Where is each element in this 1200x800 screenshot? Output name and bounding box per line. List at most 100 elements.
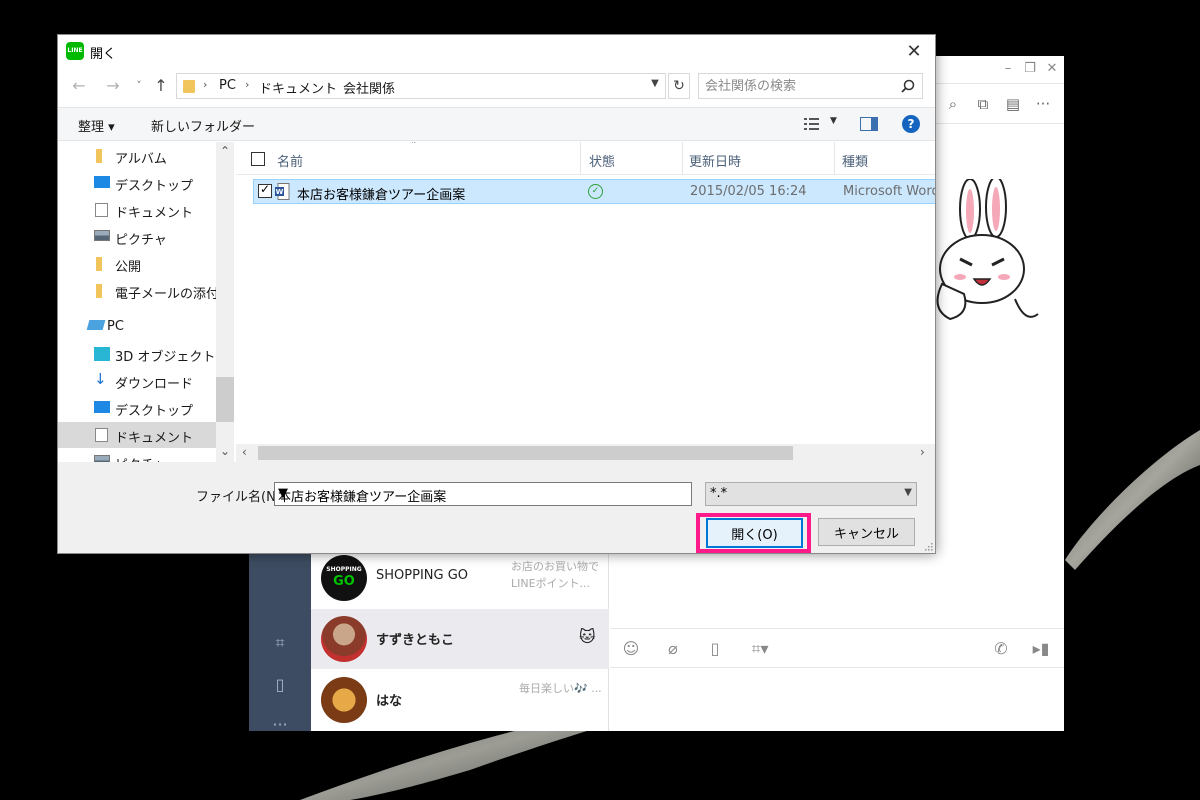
back-arrow-icon[interactable]: ←: [68, 75, 90, 97]
minimize-icon[interactable]: –: [999, 60, 1017, 78]
chat-item-hana[interactable]: はな 毎日楽しい🎶 ...: [311, 670, 609, 730]
screenshot-icon[interactable]: ⌗▾: [743, 638, 777, 660]
nav-item-pc[interactable]: PC: [58, 314, 216, 340]
keep-icon[interactable]: ▯: [704, 638, 726, 660]
cancel-button[interactable]: キャンセル: [818, 518, 915, 546]
search-icon: [901, 79, 915, 93]
breadcrumb-pc[interactable]: PC: [219, 78, 236, 93]
folder-icon: [96, 257, 102, 271]
address-bar[interactable]: › PC › ドキュメント › 会社関係 ▼: [176, 73, 666, 99]
nav-item-pictures-2[interactable]: ピクチャ: [58, 449, 216, 462]
file-modified: 2015/02/05 16:24: [690, 184, 807, 199]
maximize-icon[interactable]: ❐: [1021, 60, 1039, 78]
nav-item-downloads[interactable]: ↓ ダウンロード: [58, 368, 216, 394]
filetype-value: *.*: [710, 486, 728, 501]
more-icon[interactable]: ···: [269, 714, 291, 731]
column-type[interactable]: 種類: [842, 151, 868, 170]
dialog-title: 開く: [90, 47, 117, 62]
hana-avatar: [321, 677, 367, 723]
nav-scroll-thumb[interactable]: [216, 377, 234, 422]
chat-name: すずきともこ: [376, 633, 455, 648]
nav-label: デスクトップ: [115, 179, 194, 194]
more-icon[interactable]: ···: [1033, 94, 1053, 114]
copy-icon[interactable]: ⧉: [973, 94, 993, 114]
word-doc-icon: W: [275, 183, 290, 200]
file-name: 本店お客様鎌倉ツアー企画案: [297, 188, 466, 203]
breadcrumb-documents[interactable]: ドキュメント: [259, 78, 337, 97]
column-divider[interactable]: [580, 142, 581, 175]
breadcrumb-company[interactable]: 会社関係: [343, 78, 395, 97]
view-options-icon[interactable]: [803, 116, 821, 132]
refresh-button[interactable]: ↻: [668, 73, 690, 99]
column-divider[interactable]: [682, 142, 683, 175]
nav-item-documents[interactable]: ドキュメント: [58, 197, 216, 223]
up-arrow-icon[interactable]: ↑: [150, 75, 172, 97]
column-modified[interactable]: 更新日時: [689, 151, 741, 170]
open-file-dialog: LINE 開く ✕ ← → ˅ ↑ › PC › ドキュメント › 会社関係 ▼…: [57, 34, 936, 554]
filetype-select[interactable]: *.* ▼: [705, 482, 917, 506]
chat-preview: 毎日楽しい🎶 ...: [519, 682, 602, 695]
open-button[interactable]: 開く(O): [706, 518, 803, 548]
organize-button[interactable]: 整理 ▾: [78, 116, 115, 135]
search-input[interactable]: [705, 77, 895, 95]
nav-item-desktop[interactable]: デスクトップ: [58, 170, 216, 196]
chevron-down-icon[interactable]: ▼: [278, 486, 687, 501]
recent-locations-icon[interactable]: ˅: [128, 75, 150, 97]
nav-item-desktop-2[interactable]: デスクトップ: [58, 395, 216, 421]
file-type: Microsoft Word: [843, 184, 935, 199]
breadcrumb-separator: ›: [327, 78, 332, 91]
nav-item-album[interactable]: アルバム: [58, 143, 216, 169]
pictures-icon: [94, 455, 110, 462]
notes-icon[interactable]: ▤: [1003, 94, 1023, 114]
nav-label: ドキュメント: [115, 206, 194, 221]
breadcrumb-separator: ›: [203, 78, 208, 91]
emoji-icon[interactable]: ☺: [620, 638, 642, 660]
chevron-right-icon[interactable]: ›: [920, 445, 925, 459]
download-icon: ↓: [94, 370, 107, 388]
new-folder-button[interactable]: 新しいフォルダー: [151, 116, 255, 135]
chevron-down-icon[interactable]: ▼: [830, 116, 837, 126]
nav-item-documents-2[interactable]: ドキュメント: [58, 422, 216, 448]
column-status[interactable]: 状態: [589, 151, 615, 170]
chevron-up-icon[interactable]: ⌃: [220, 144, 230, 158]
help-icon[interactable]: ?: [902, 115, 920, 133]
filename-input[interactable]: 本店お客様鎌倉ツアー企画案 ▼: [274, 482, 692, 506]
call-icon[interactable]: ✆: [990, 638, 1012, 660]
search-box[interactable]: [698, 73, 923, 99]
nav-item-public[interactable]: 公開: [58, 251, 216, 277]
nav-item-email-attachments[interactable]: 電子メールの添付フ: [58, 278, 232, 304]
attach-icon[interactable]: ⌀: [662, 638, 684, 660]
dialog-close-button[interactable]: ✕: [899, 38, 929, 66]
dialog-titlebar: LINE 開く ✕: [58, 35, 935, 68]
nav-item-pictures[interactable]: ピクチャ: [58, 224, 216, 250]
file-checkbox[interactable]: ✓: [258, 182, 272, 198]
shopping-go-avatar: SHOPPING GO: [321, 555, 367, 601]
video-call-icon[interactable]: ▸▮: [1030, 638, 1052, 660]
folder-icon: [96, 284, 102, 298]
horizontal-scroll-thumb[interactable]: [258, 446, 793, 460]
chat-item-shopping-go[interactable]: SHOPPING GO SHOPPING GO お店のお買い物でLINEポイント…: [311, 548, 609, 608]
chevron-down-icon[interactable]: ⌄: [220, 444, 230, 458]
preview-pane-icon[interactable]: [860, 117, 878, 131]
breadcrumb-separator: ›: [245, 78, 250, 91]
chevron-left-icon[interactable]: ‹: [242, 445, 247, 459]
forward-arrow-icon[interactable]: →: [102, 75, 124, 97]
nav-label: 電子メールの添付フ: [115, 287, 233, 302]
crop-icon[interactable]: ⌗: [269, 632, 291, 654]
nav-scrollbar[interactable]: ⌃ ⌄: [216, 142, 234, 462]
file-row[interactable]: ✓ W 本店お客様鎌倉ツアー企画案 ✓ 2015/02/05 16:24 Mic…: [253, 179, 935, 204]
nav-item-3d-objects[interactable]: 3D オブジェクト: [58, 341, 216, 367]
nav-label: 公開: [115, 260, 142, 275]
chevron-down-icon[interactable]: ▼: [648, 78, 662, 89]
desktop-icon: [94, 176, 110, 188]
documents-icon: [95, 203, 108, 217]
close-icon[interactable]: ✕: [1043, 60, 1061, 78]
resize-grip-icon[interactable]: [925, 543, 933, 551]
select-all-checkbox[interactable]: [251, 152, 265, 166]
chat-item-suzuki-tomoko[interactable]: すずきともこ 🐱: [311, 609, 609, 669]
horizontal-scrollbar[interactable]: ‹ ›: [236, 444, 935, 462]
bookmark-icon[interactable]: ▯: [269, 674, 291, 696]
column-divider[interactable]: [834, 142, 835, 175]
column-name[interactable]: 名前: [277, 151, 303, 170]
search-icon[interactable]: ⌕: [943, 94, 963, 114]
